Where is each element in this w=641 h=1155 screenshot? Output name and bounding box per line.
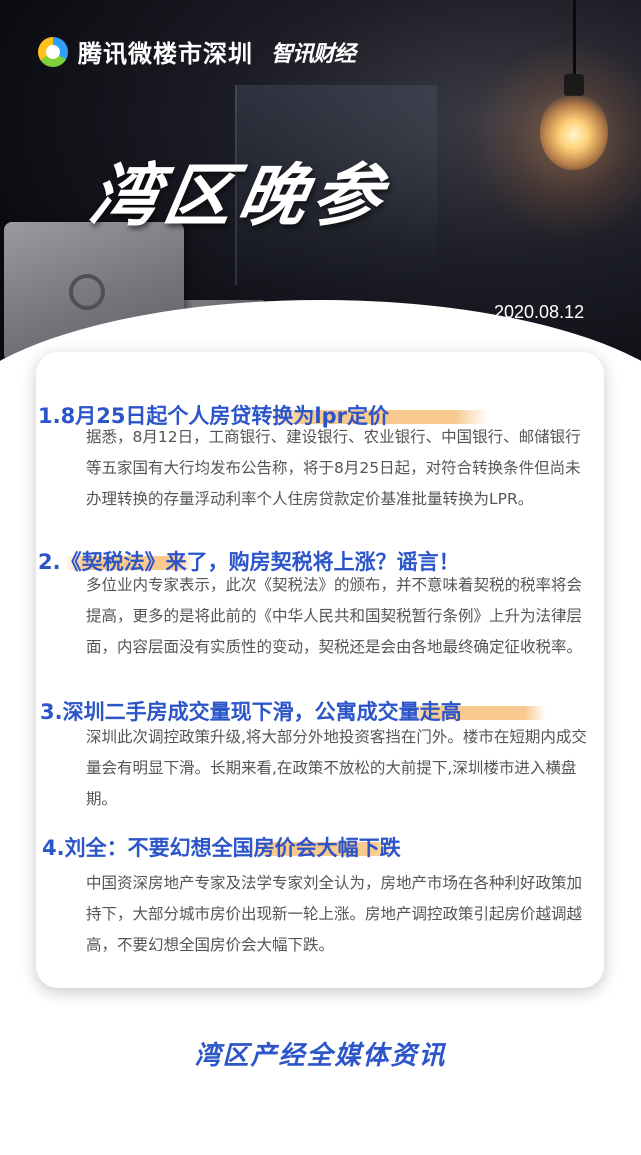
news-body: 多位业内专家表示，此次《契税法》的颁布，并不意味着契税的税率将会提高，更多的是将… (86, 576, 583, 656)
news-body: 深圳此次调控政策升级,将大部分外地投资客挡在门外。楼市在短期内成交量会有明显下滑… (86, 728, 587, 808)
brand-sub-logo: 智讯财经 (271, 41, 356, 67)
publish-date: 2020.08.12 (494, 302, 585, 322)
laptop-logo-icon (69, 274, 105, 310)
news-body: 中国资深房地产专家及法学专家刘全认为，房地产市场在各种利好政策加持下，大部分城市… (86, 874, 583, 954)
news-body: 据悉，8月12日，工商银行、建设银行、农业银行、中国银行、邮储银行等五家国有大行… (86, 428, 581, 508)
brand-header: 腾讯微楼市深圳 智讯财经 (38, 34, 356, 69)
bulb-wire (573, 0, 576, 78)
tencent-logo-icon (38, 36, 68, 67)
footer-tagline: 湾区产经全媒体资讯 (194, 1041, 447, 1071)
page-title: 湾区晚参 (83, 157, 394, 236)
light-bulb-icon (540, 92, 608, 170)
news-card: 1.8月25日起个人房贷转换为lpr定价 据悉，8月12日，工商银行、建设银行、… (36, 352, 604, 988)
hero-banner: 腾讯微楼市深圳 智讯财经 湾区晚参 2020.08.12 (0, 0, 641, 400)
news-title: 4.刘全：不要幻想全国房价会大幅下跌 (42, 836, 401, 860)
brand-name: 腾讯微楼市深圳 (78, 40, 253, 68)
